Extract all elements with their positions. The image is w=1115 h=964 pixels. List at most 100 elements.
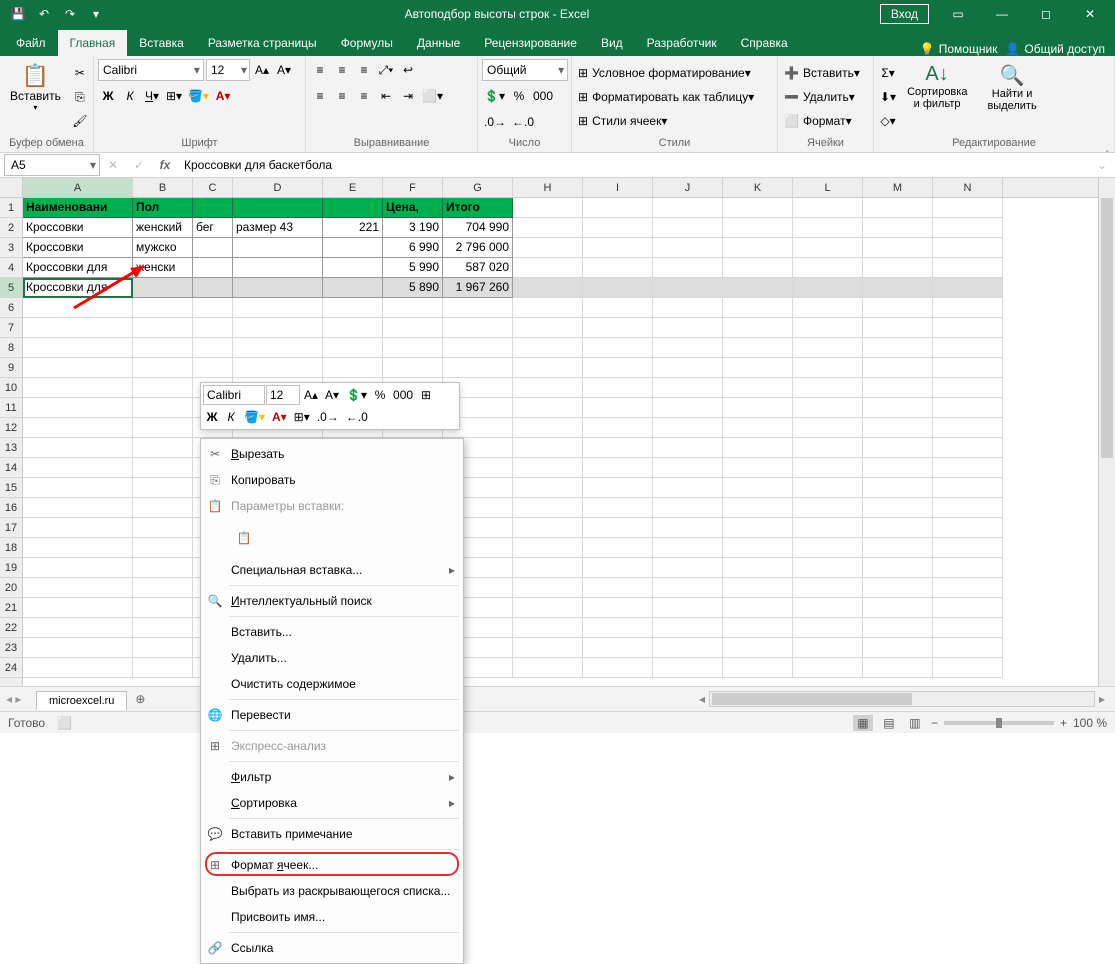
cell[interactable] (653, 418, 723, 438)
cell[interactable] (323, 318, 383, 338)
cell[interactable] (133, 598, 193, 618)
cell[interactable] (583, 438, 653, 458)
cell[interactable] (513, 458, 583, 478)
cell[interactable] (133, 638, 193, 658)
cell[interactable] (193, 198, 233, 218)
wrap-text-button[interactable]: ↩ (398, 59, 418, 81)
tab-home[interactable]: Главная (58, 30, 128, 56)
increase-indent-button[interactable]: ⇥ (398, 85, 418, 107)
cell[interactable] (193, 298, 233, 318)
cell[interactable] (133, 458, 193, 478)
cell[interactable] (583, 618, 653, 638)
cell[interactable] (23, 658, 133, 678)
cell[interactable] (23, 618, 133, 638)
cell[interactable] (723, 638, 793, 658)
cell[interactable] (933, 438, 1003, 458)
cell[interactable] (793, 398, 863, 418)
autosum-button[interactable]: Σ▾ (878, 62, 898, 84)
cell[interactable] (23, 358, 133, 378)
font-name-combo[interactable]: ▾ (98, 59, 204, 81)
cell[interactable] (933, 318, 1003, 338)
cell[interactable] (653, 578, 723, 598)
cell[interactable] (583, 238, 653, 258)
align-top-button[interactable]: ≡ (310, 59, 330, 81)
cell[interactable] (653, 438, 723, 458)
mini-percent[interactable]: % (371, 385, 389, 405)
cell[interactable] (583, 258, 653, 278)
cell[interactable] (863, 618, 933, 638)
fill-button[interactable]: ⬇▾ (878, 86, 898, 108)
row-header-18[interactable]: 18 (0, 538, 22, 558)
align-center-button[interactable]: ≡ (332, 85, 352, 107)
cell[interactable] (513, 418, 583, 438)
cell[interactable] (723, 198, 793, 218)
cell[interactable] (793, 498, 863, 518)
cm-filter[interactable]: Фильтр▸ (201, 764, 463, 790)
cell[interactable] (513, 638, 583, 658)
mini-size-combo[interactable] (266, 385, 300, 405)
cell[interactable] (793, 218, 863, 238)
formula-input[interactable] (178, 158, 1089, 172)
cell[interactable] (653, 398, 723, 418)
cell[interactable] (653, 658, 723, 678)
cell[interactable] (443, 318, 513, 338)
undo-button[interactable]: ↶ (32, 2, 56, 26)
tab-insert[interactable]: Вставка (127, 30, 196, 56)
cell[interactable] (723, 518, 793, 538)
cell[interactable] (863, 558, 933, 578)
cell[interactable] (653, 498, 723, 518)
align-bottom-button[interactable]: ≡ (354, 59, 374, 81)
name-box[interactable]: ▾ (4, 154, 100, 176)
cell[interactable] (723, 318, 793, 338)
cell[interactable] (653, 358, 723, 378)
format-cells-button[interactable]: ⬜ Формат ▾ (782, 110, 869, 132)
cell[interactable] (193, 238, 233, 258)
cell[interactable] (863, 418, 933, 438)
cell[interactable] (23, 558, 133, 578)
cell[interactable] (133, 338, 193, 358)
cell[interactable] (793, 298, 863, 318)
cell[interactable] (653, 638, 723, 658)
row-header-20[interactable]: 20 (0, 578, 22, 598)
cell[interactable] (583, 358, 653, 378)
cell[interactable]: 1 967 260 (443, 278, 513, 298)
cell[interactable] (793, 458, 863, 478)
cell[interactable] (723, 658, 793, 678)
cell[interactable] (193, 278, 233, 298)
cell-styles-button[interactable]: ⊞ Стили ячеек ▾ (576, 110, 773, 132)
col-header-F[interactable]: F (383, 178, 443, 197)
tab-developer[interactable]: Разработчик (635, 30, 729, 56)
horizontal-scrollbar[interactable]: ◂ ▸ (695, 691, 1115, 707)
row-header-8[interactable]: 8 (0, 338, 22, 358)
mini-font-color[interactable]: A▾ (269, 407, 290, 427)
cut-button[interactable]: ✂ (70, 62, 90, 84)
tab-file[interactable]: Файл (4, 30, 58, 56)
cell[interactable] (513, 298, 583, 318)
add-sheet-button[interactable]: ⊕ (127, 692, 153, 706)
close-button[interactable]: ✕ (1069, 0, 1111, 28)
mini-comma[interactable]: 000 (390, 385, 416, 405)
cell[interactable] (793, 438, 863, 458)
cell[interactable] (793, 418, 863, 438)
col-header-A[interactable]: A (23, 178, 133, 197)
cell[interactable] (323, 278, 383, 298)
cell[interactable] (793, 378, 863, 398)
row-header-5[interactable]: 5 (0, 278, 22, 298)
cell[interactable] (653, 558, 723, 578)
cell[interactable] (793, 238, 863, 258)
font-color-button[interactable]: A▾ (213, 85, 233, 107)
cell[interactable] (723, 358, 793, 378)
cell[interactable] (383, 338, 443, 358)
minimize-button[interactable]: — (981, 0, 1023, 28)
row-header-15[interactable]: 15 (0, 478, 22, 498)
decrease-indent-button[interactable]: ⇤ (376, 85, 396, 107)
cell[interactable] (723, 578, 793, 598)
row-header-4[interactable]: 4 (0, 258, 22, 278)
cell[interactable] (653, 318, 723, 338)
cell[interactable] (513, 518, 583, 538)
save-button[interactable]: 💾 (6, 2, 30, 26)
cell[interactable] (513, 238, 583, 258)
cell[interactable] (723, 398, 793, 418)
cell[interactable] (933, 418, 1003, 438)
cell[interactable] (23, 538, 133, 558)
